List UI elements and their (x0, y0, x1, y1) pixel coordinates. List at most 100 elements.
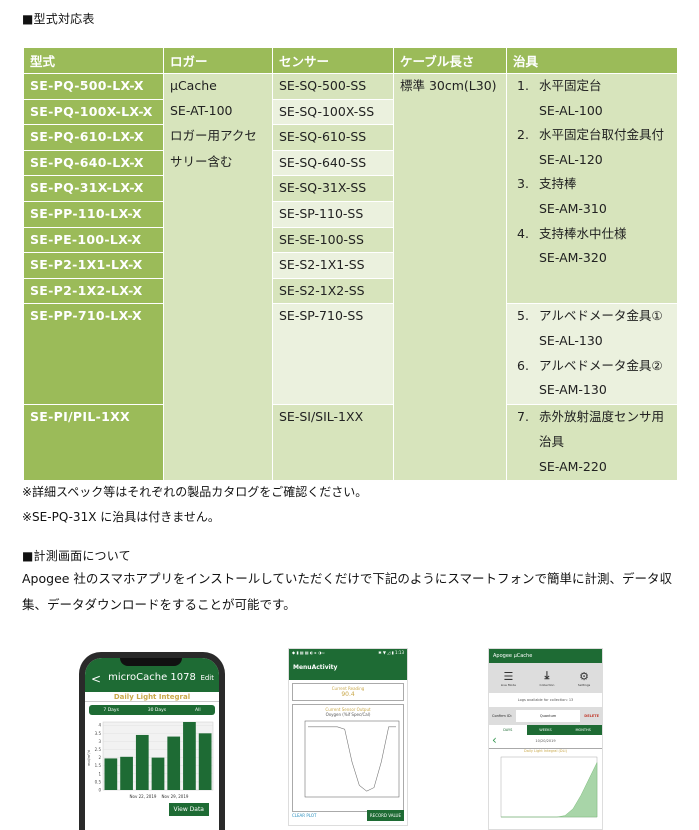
jig-code: SE-AL-100 (539, 102, 603, 118)
jig-code: SE-AM-310 (539, 200, 607, 216)
live-mode-button[interactable]: ☰ Live Mode (501, 670, 516, 687)
sensor-cell: SE-S2-1X2-SS (273, 278, 393, 304)
header-sensor: センサー (273, 48, 393, 73)
sensor-cell: SE-SE-100-SS (273, 227, 393, 253)
dli-bar-chart: 0 0.5 1 1.5 2 2.5 3 3.5 4 Nov 22, 2019 Nov 29, 201… (87, 721, 214, 799)
phone-screenshot-menuactivity: ◆ ▮ ▦ ▦ ◐ ▸ ◑ ▹ ✱ ▼ ◿ ▮ 1:13 MenuActivit… (288, 648, 408, 826)
jig-item: 6. アルベドメータ金具② (517, 357, 663, 373)
jig-item: 5. アルベドメータ金具① (517, 308, 663, 324)
y-tick-label: 3 (98, 739, 101, 744)
jig-item: 7. 赤外放射温度センサ用 (517, 409, 665, 425)
sensor-cell: SE-SP-110-SS (273, 201, 393, 227)
logger-cell: μCache SE-AT-100 ロガー用アクセ サリー含む (164, 74, 272, 481)
jig-code: SE-AL-130 (539, 332, 603, 348)
collection-button[interactable]: ⤓ Collection (540, 669, 555, 687)
y-tick-label: 3.5 (95, 731, 102, 736)
model-cell: SE-PE-100-LX-X (24, 227, 163, 253)
model-cell: SE-PQ-610-LX-X (24, 125, 163, 150)
model-compatibility-table: 型式 ロガー センサー ケーブル長さ 治具 SE-PQ-500-LX-X μCa… (23, 47, 678, 482)
section-heading-model-table: ■型式対応表 (22, 12, 95, 26)
jig-code: SE-AM-220 (539, 458, 607, 474)
config-input[interactable]: Quantum (515, 710, 581, 722)
y-tick-label: 2.5 (95, 747, 102, 752)
config-label: Confirm ID: (492, 714, 512, 718)
download-icon: ⤓ (544, 669, 550, 682)
table-row: SE-PP-710-LX-X SE-SP-710-SS 5. アルベドメータ金具①… (24, 304, 677, 405)
phone-screenshot-apogee-ucache: Apogee μCache ☰ Live Mode ⤓ Collection ⚙ Se… (488, 648, 603, 830)
jig-item: 3. 支持棒 (517, 176, 577, 192)
sensor-output-box: Current Sensor Output Oxygen (%if Spec/C… (292, 704, 404, 812)
app-title: MenuActivity (289, 658, 407, 680)
header-cable-length: ケーブル長さ (394, 48, 506, 73)
bar (135, 734, 149, 790)
segment-7-days[interactable]: 7 Days (103, 708, 119, 713)
cable-cell: 標準 30cm(L30) (394, 74, 506, 481)
reading-value: 90.4 (341, 691, 355, 698)
y-tick-label: 0.5 (95, 779, 102, 784)
logger-line: サリー含む (170, 153, 233, 169)
view-data-button[interactable]: View Data (168, 803, 209, 816)
sensor-cell: SE-SI/SIL-1XX (273, 405, 393, 481)
jig-cell: 5. アルベドメータ金具① SE-AL-130 6. アルベドメータ金具② SE-A… (507, 304, 677, 405)
jig-cell: 7. 赤外放射温度センサ用 治具 SE-AM-220 (507, 405, 677, 481)
table-header-row: 型式 ロガー センサー ケーブル長さ 治具 (24, 48, 677, 73)
table-row: SE-PI/PIL-1XX SE-SI/SIL-1XX 7. 赤外放射温度センサ用… (24, 405, 677, 481)
header-model: 型式 (24, 48, 163, 73)
y-tick-label: 1 (98, 771, 101, 776)
dli-area-chart (500, 756, 598, 818)
date-label: 10/20/2019 (535, 739, 556, 743)
segment-all[interactable]: All (195, 708, 201, 713)
gear-icon: ⚙ (579, 669, 589, 683)
jig-code: SE-AM-130 (539, 382, 607, 398)
jig-item-cont: 治具 (539, 433, 565, 449)
phone-notch (120, 658, 182, 666)
header-jig: 治具 (507, 48, 677, 73)
model-cell: SE-P2-1X1-LX-X (24, 253, 163, 278)
logger-line: SE-AT-100 (170, 102, 233, 118)
tab-weeks[interactable]: WEEKS (526, 725, 565, 735)
segment-30-days[interactable]: 30 Days (148, 708, 166, 713)
section-heading-measurement-screen: ■計測画面について (22, 549, 131, 563)
period-tabs: DAYS WEEKS MONTHS (489, 725, 602, 735)
jig-cell: 1. 水平固定台 SE-AL-100 2. 水平固定台取付金具付 SE-AL-120… (507, 74, 677, 304)
model-cell: SE-PP-110-LX-X (24, 201, 163, 227)
jig-code: SE-AL-120 (539, 151, 603, 167)
x-tick-label: Nov 29, 2019 (162, 794, 189, 799)
y-tick-label: 2 (98, 755, 101, 760)
app-title: microCache 1078 (108, 672, 196, 683)
app-title: Apogee μCache (489, 649, 602, 663)
sensor-cell: SE-SQ-500-SS (273, 74, 393, 99)
app-bar: < microCache 1078 Edit (85, 658, 219, 692)
edit-button[interactable]: Edit (200, 674, 214, 682)
bar (183, 722, 196, 790)
settings-button[interactable]: ⚙ Settings (578, 670, 590, 687)
jig-code: SE-AM-320 (539, 250, 607, 266)
sensor-cell: SE-SQ-610-SS (273, 125, 393, 150)
record-value-button[interactable]: RECORD VALUE (366, 810, 404, 821)
table-row: SE-PQ-500-LX-X μCache SE-AT-100 ロガー用アクセ … (24, 74, 677, 481)
chevron-left-icon[interactable]: ‹ (492, 734, 497, 747)
logs-available-text: Logs available for collection: 13 (489, 693, 602, 707)
logger-line: μCache (170, 78, 217, 93)
sensor-cell: SE-S2-1X1-SS (273, 253, 393, 278)
model-cell: SE-PQ-640-LX-X (24, 150, 163, 176)
y-axis-label: mol/m²/d (87, 750, 91, 766)
model-cell: SE-PQ-31X-LX-X (24, 176, 163, 201)
sensor-cell: SE-SQ-640-SS (273, 150, 393, 176)
plot-area (304, 720, 400, 798)
delete-button[interactable]: DELETE (584, 714, 599, 718)
tab-months[interactable]: MONTHS (564, 725, 602, 735)
sensor-cell: SE-SP-710-SS (273, 304, 393, 405)
bar (120, 756, 133, 790)
oxygen-line-chart (304, 720, 400, 798)
clear-plot-button[interactable]: CLEAR PLOT (292, 813, 316, 818)
model-cell: SE-PI/PIL-1XX (24, 405, 163, 481)
model-cell: SE-PQ-100X-LX-X (24, 99, 163, 125)
y-tick-label: 1.5 (95, 763, 102, 768)
app-description: Apogee 社のスマホアプリをインストールしていただくだけで下記のようにスマー… (22, 571, 673, 612)
toolbar: ☰ Live Mode ⤓ Collection ⚙ Settings (489, 663, 602, 693)
status-bar: ◆ ▮ ▦ ▦ ◐ ▸ ◑ ▹ ✱ ▼ ◿ ▮ 1:13 (289, 649, 407, 658)
y-tick-label: 4 (98, 723, 101, 728)
jig-item: 4. 支持棒水中仕様 (517, 225, 627, 241)
y-tick-label: 0 (98, 788, 101, 793)
